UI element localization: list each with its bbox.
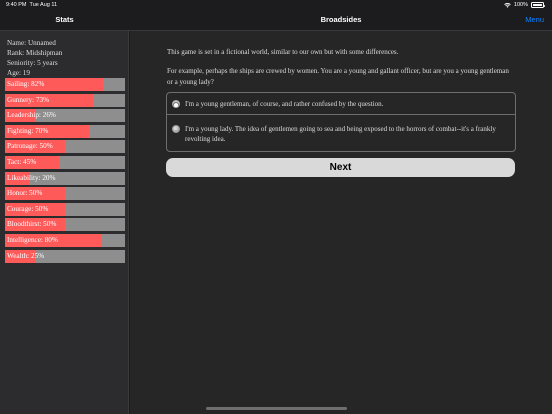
stat-bar: Courage: 50%	[5, 202, 125, 216]
choice-text: I'm a young lady. The idea of gentlemen …	[185, 125, 496, 143]
status-time-date: 9:40 PM Tue Aug 11	[6, 0, 57, 10]
stat-bar-label: Wealth: 25%	[7, 251, 45, 260]
battery-icon	[531, 2, 545, 8]
stat-bar-label: Tact: 45%	[7, 157, 37, 166]
status-date: Tue Aug 11	[29, 2, 58, 8]
stat-bars: Sailing: 82% Gunnery: 73% Leadership: 26% F…	[0, 78, 128, 263]
status-time: 9:40 PM	[6, 2, 27, 8]
choice-gentleman[interactable]: I'm a young gentleman, of course, and ra…	[167, 93, 515, 115]
stat-bar: Intelligence: 80%	[5, 233, 125, 247]
character-name: Name: Unnamed	[7, 39, 56, 47]
character-seniority: Seniority: 5 years	[7, 59, 58, 67]
stat-bar: Honor: 50%	[5, 187, 125, 201]
stat-bar: Bloodthirst: 50%	[5, 218, 125, 232]
status-bar: 9:40 PM Tue Aug 11 100%	[0, 0, 552, 10]
radio-selected-icon[interactable]	[172, 100, 180, 108]
stat-bar-label: Intelligence: 80%	[7, 235, 58, 244]
stat-bar-label: Gunnery: 73%	[7, 95, 50, 104]
choice-list: I'm a young gentleman, of course, and ra…	[166, 92, 516, 152]
choice-lady[interactable]: I'm a young lady. The idea of gentlemen …	[167, 116, 515, 151]
story-paragraph-1: This game is set in a fictional world, s…	[167, 48, 399, 56]
page-title: Broadsides	[320, 15, 362, 24]
wifi-icon	[504, 2, 511, 8]
stat-bar: Wealth: 25%	[5, 249, 125, 263]
stat-bar: Tact: 45%	[5, 155, 125, 169]
radio-unselected-icon[interactable]	[172, 125, 180, 133]
stat-bar-label: Honor: 50%	[7, 189, 43, 198]
stats-sidebar: Name: Unnamed Rank: Midshipman Seniority…	[0, 31, 129, 414]
stat-bar: Leadership: 26%	[5, 109, 125, 123]
stat-bar: Likeability: 20%	[5, 171, 125, 185]
stat-bar-label: Leadership: 26%	[7, 111, 56, 120]
home-indicator[interactable]	[206, 407, 347, 410]
stat-bar-label: Sailing: 82%	[7, 80, 45, 88]
stat-bar: Gunnery: 73%	[5, 93, 125, 107]
stat-bar: Fighting: 70%	[5, 124, 125, 138]
stat-bar: Patronage: 50%	[5, 140, 125, 154]
choice-text: I'm a young gentleman, of course, and ra…	[185, 100, 384, 108]
navigation-bar: Stats Broadsides Menu	[0, 10, 552, 31]
character-age: Age: 19	[7, 69, 30, 77]
stat-bar-label: Fighting: 70%	[7, 126, 49, 135]
status-right: 100%	[504, 0, 545, 10]
next-button[interactable]: Next	[166, 158, 515, 177]
character-info: Name: Unnamed Rank: Midshipman Seniority…	[0, 31, 128, 78]
menu-button[interactable]: Menu	[525, 10, 544, 30]
story-paragraph-2: For example, perhaps the ships are crewe…	[167, 67, 509, 86]
story-panel: This game is set in a fictional world, s…	[130, 31, 552, 414]
battery-percent: 100%	[513, 2, 528, 8]
stat-bar-label: Patronage: 50%	[7, 142, 53, 151]
stat-bar-label: Courage: 50%	[7, 204, 49, 213]
sidebar-title: Stats	[55, 15, 74, 24]
stat-bar-label: Bloodthirst: 50%	[7, 220, 57, 229]
stat-bar: Sailing: 82%	[5, 78, 125, 91]
stat-bar-label: Likeability: 20%	[7, 173, 56, 182]
character-rank: Rank: Midshipman	[7, 49, 63, 57]
